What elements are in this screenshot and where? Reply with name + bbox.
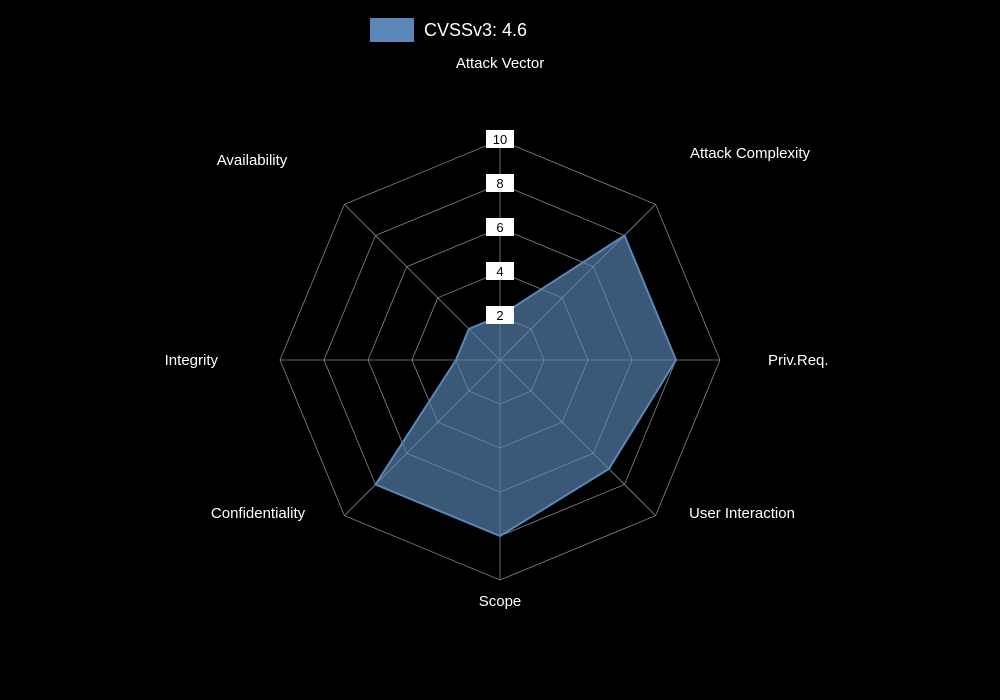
label-confidentiality: Confidentiality (211, 505, 306, 522)
legend-color-box (370, 18, 414, 42)
grid-value-8: 8 (496, 176, 503, 191)
label-attack-complexity: Attack Complexity (690, 145, 811, 162)
grid-value-10: 10 (493, 132, 507, 147)
legend-label: CVSSv3: 4.6 (424, 20, 527, 40)
label-availability: Availability (217, 152, 288, 169)
label-priv-req: Priv.Req. (768, 352, 829, 369)
label-user-interaction: User Interaction (689, 505, 795, 522)
label-attack-vector: Attack Vector (456, 55, 544, 72)
grid-value-4: 4 (496, 264, 503, 279)
grid-value-2: 2 (496, 308, 503, 323)
grid-value-6: 6 (496, 220, 503, 235)
chart-container: CVSSv3: 4.6 (0, 0, 1000, 700)
label-scope: Scope (479, 593, 522, 610)
label-integrity: Integrity (165, 352, 219, 369)
